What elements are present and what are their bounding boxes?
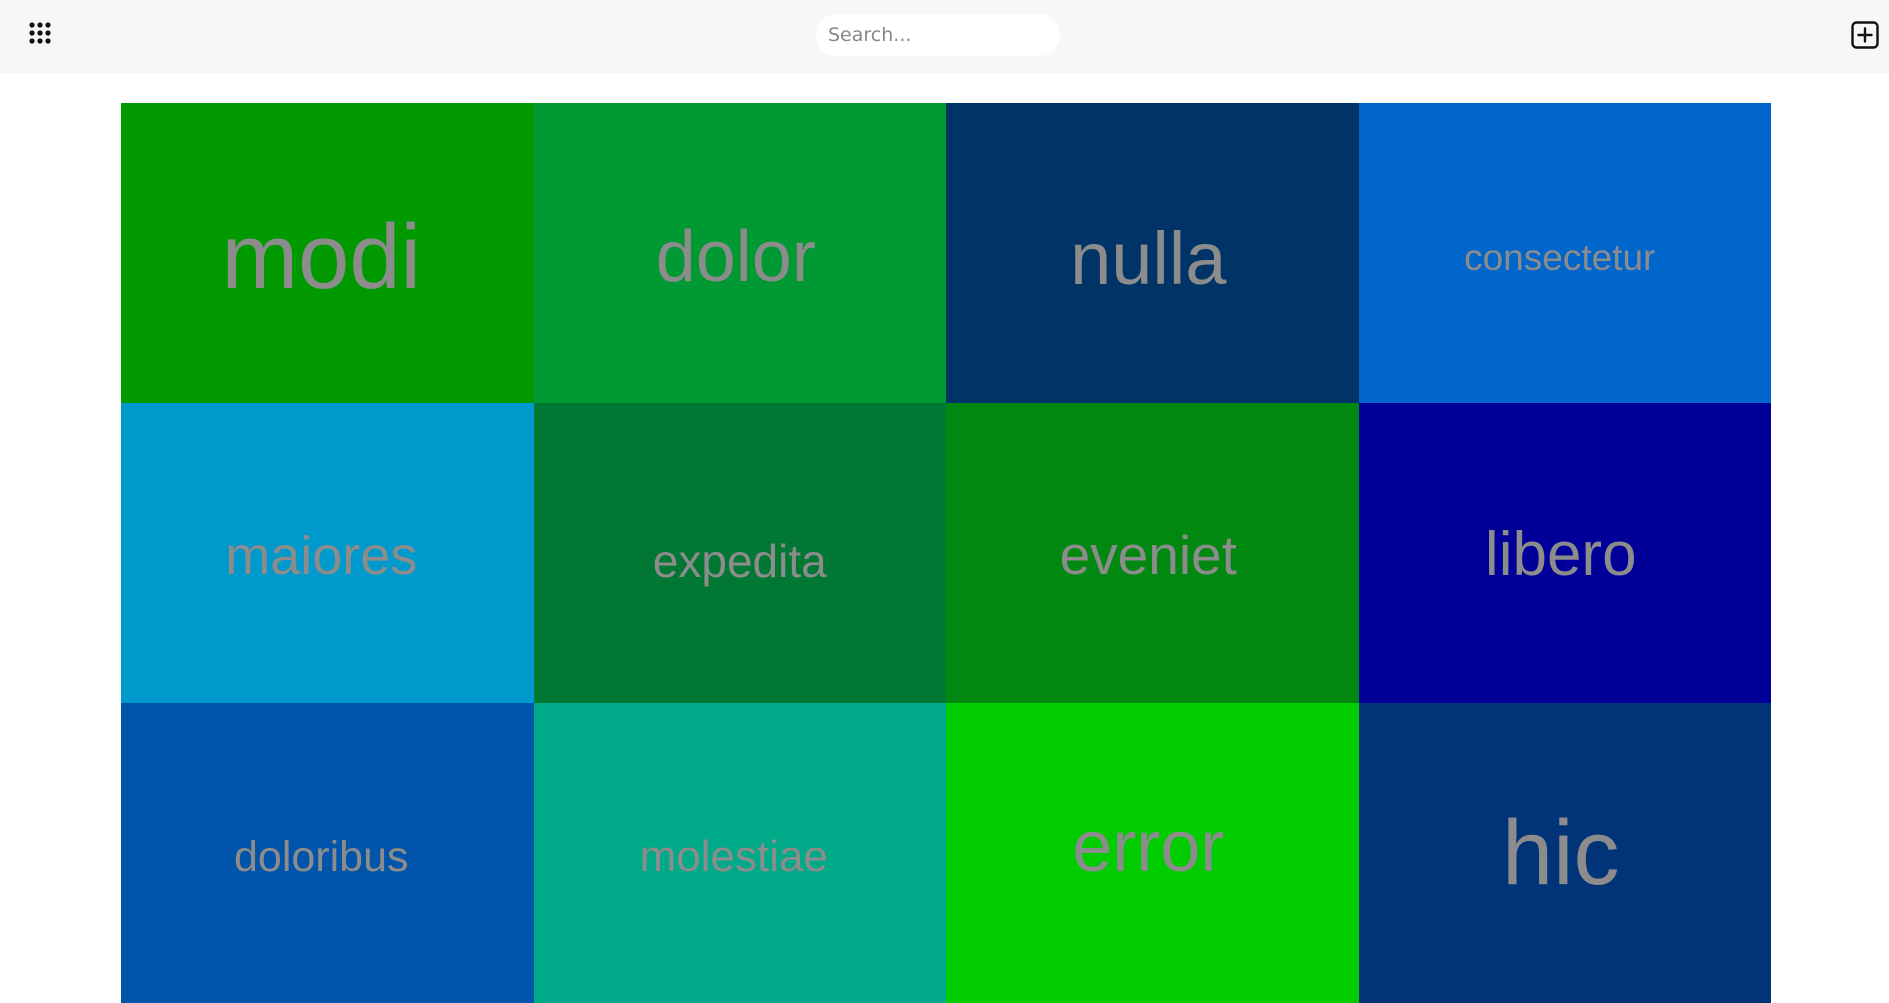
tile-hic[interactable]: hic — [1358, 703, 1771, 1003]
tile-grid: modi dolor nulla consectetur maiores expedita… — [121, 103, 1771, 1003]
apps-grid-icon[interactable] — [28, 21, 52, 45]
tile-doloribus[interactable]: doloribus — [121, 703, 534, 1003]
tile-eveniet[interactable]: eveniet — [946, 403, 1359, 703]
tile-modi[interactable]: modi — [121, 103, 534, 403]
tile-maiores[interactable]: maiores — [121, 403, 534, 703]
tile-label: libero — [1484, 520, 1637, 589]
tile-consectetur[interactable]: consectetur — [1358, 103, 1771, 403]
tile-label: doloribus — [234, 832, 409, 881]
tile-label: error — [1072, 807, 1225, 887]
tile-label: hic — [1501, 802, 1620, 904]
tile-label: molestiae — [639, 832, 828, 881]
tile-label: consectetur — [1464, 236, 1656, 278]
tile-label: maiores — [225, 526, 418, 586]
tile-nulla[interactable]: nulla — [946, 103, 1359, 403]
search-input[interactable] — [816, 14, 1060, 56]
tile-label: nulla — [1070, 217, 1227, 300]
tile-label: modi — [221, 206, 421, 308]
tile-libero[interactable]: libero — [1358, 403, 1771, 703]
tile-error[interactable]: error — [946, 703, 1359, 1003]
tile-molestiae[interactable]: molestiae — [533, 703, 946, 1003]
plus-square-icon[interactable] — [1851, 21, 1879, 49]
tile-label: dolor — [655, 217, 816, 297]
tile-label: eveniet — [1059, 523, 1237, 586]
tile-label: expedita — [652, 535, 827, 587]
top-bar — [0, 0, 1889, 73]
tile-dolor[interactable]: dolor — [533, 103, 946, 403]
tile-expedita[interactable]: expedita — [533, 403, 946, 703]
